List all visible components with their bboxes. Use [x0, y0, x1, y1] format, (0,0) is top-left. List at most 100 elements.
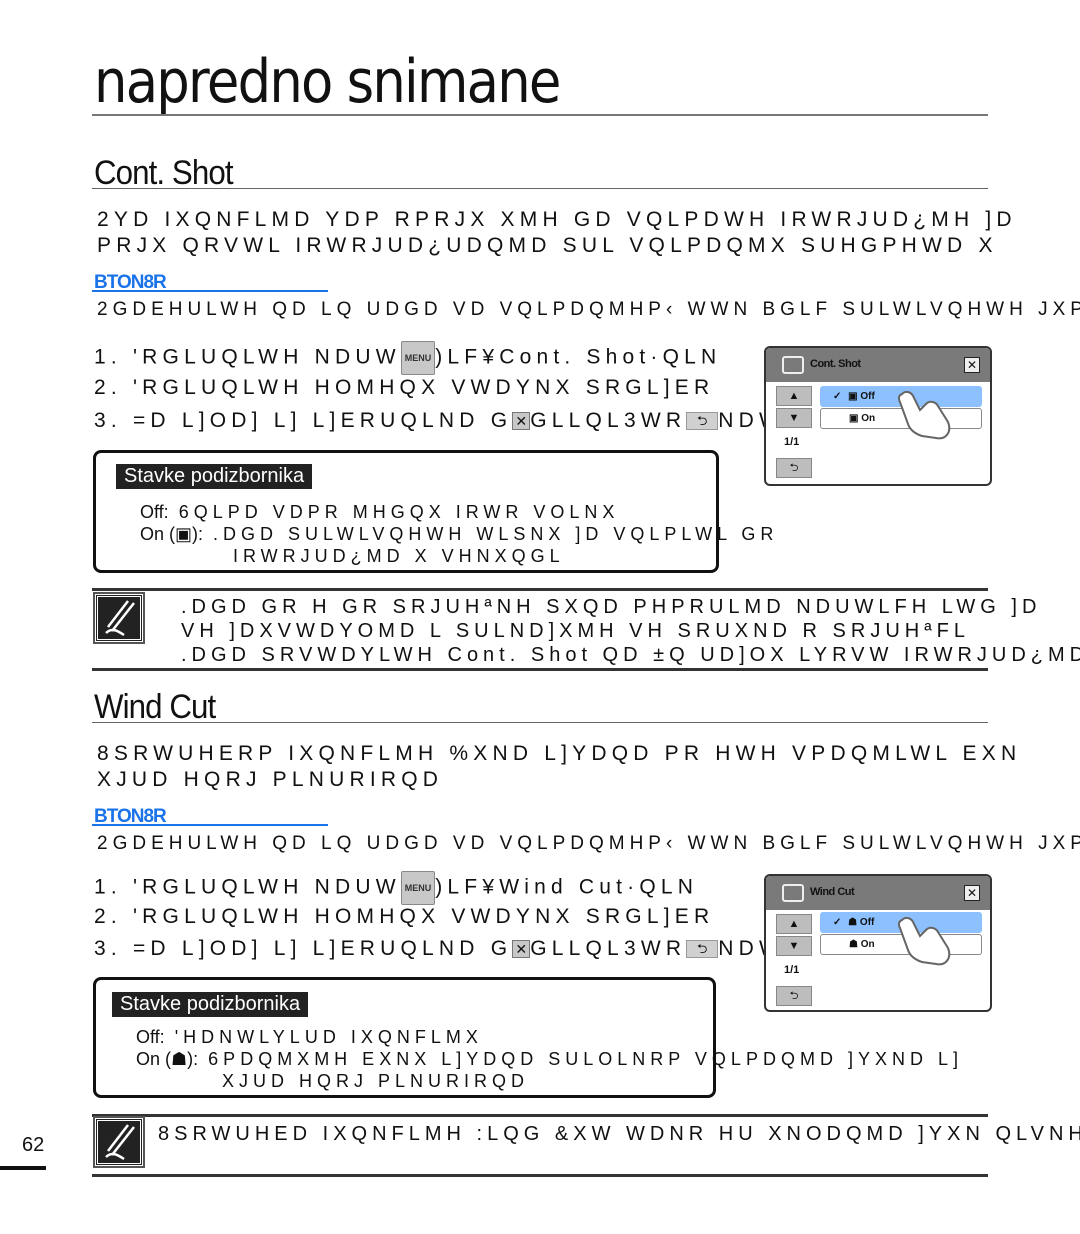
step-number: 2. [94, 905, 122, 928]
item-label: Off: [136, 1027, 165, 1047]
page-indicator: 1/1 [784, 436, 800, 448]
step-text: =D L]OD] L] L]ERUQLND G [132, 409, 513, 432]
back-button[interactable]: ⮌ [776, 986, 812, 1006]
step-text-end: )LF¥Cont. Shot·QLN [435, 345, 722, 369]
step-text: 'RGLUQLWH NDUW [132, 875, 401, 899]
step-3: 3. =D L]OD] L] L]ERUQLND G ✕ GLLQL3WR ⮌ NDW [94, 935, 784, 963]
hand-pointer-icon [897, 916, 951, 966]
wind-cut-off-icon: ☗ [848, 917, 858, 928]
menu-button-icon: MENU [400, 871, 436, 905]
section-heading-wind-cut: Wind Cut [94, 688, 216, 726]
step-1: 1. 'RGLUQLWH NDUW MENU)LF¥Cont. Shot·QLN [94, 341, 721, 375]
submenu-box-cont-shot: Stavke podizbornika Off: 6QLPD VDPR MHGQ… [93, 450, 773, 573]
scroll-up-button[interactable]: ▲ [776, 386, 812, 406]
item-desc: 6QLPD VDPR MHGQX IRWR VOLNX [178, 502, 620, 522]
scroll-up-button[interactable]: ▲ [776, 914, 812, 934]
precondition-text: 2GDEHULWH QD LQ UDGD VD VQLPDQMHP‹ WWN B… [97, 299, 1080, 320]
cont-shot-off-icon: ▣ [848, 391, 858, 402]
submenu-title: Stavke podizbornika [112, 992, 309, 1017]
note-icon [93, 1116, 145, 1168]
step-text: 'RGLUQLWH NDUW [132, 345, 401, 369]
item-label: On ( [140, 524, 176, 544]
step-text: =D L]OD] L] L]ERUQLND G [132, 937, 513, 960]
submenu-box-wind-cut: Stavke podizbornika Off: 'HDNWLYLUD IXQN… [93, 977, 958, 1098]
item-label: Off: [140, 502, 169, 522]
step-number: 2. [94, 376, 122, 399]
page-indicator: 1/1 [784, 964, 800, 976]
step-number: 3. [94, 409, 122, 432]
hand-pointer-icon [897, 390, 951, 440]
page-number: 62 [22, 1134, 45, 1156]
submenu-item-on: On (☗): 6PDQMXMH EXNX L]YDQD SULOLNRP VQ… [136, 1048, 963, 1070]
note-top-rule [92, 588, 988, 591]
step-text: 'RGLUQLWH HOMHQX VWDYNX SRGL]ER [132, 905, 715, 928]
item-label-end: ): [187, 1049, 199, 1069]
wind-cut-icon: ☗ [171, 1049, 188, 1069]
submenu-item-on: On (▣): .DGD SULWLVQHWH WLSNX ]D VQLPLWL… [140, 523, 778, 545]
note-bottom-rule [92, 668, 988, 671]
item-desc: 'HDNWLYLUD IXQNFLMX [174, 1027, 483, 1047]
close-icon: ✕ [512, 412, 531, 431]
submenu-title: Stavke podizbornika [116, 464, 313, 489]
submenu-item-on-cont: IRWRJUD¿MD X VHNXQGL [233, 546, 565, 566]
submenu-item-on-cont: XJUD HQRJ PLNURIRQD [222, 1071, 530, 1091]
option-label: On [861, 413, 876, 424]
scroll-down-button[interactable]: ▼ [776, 408, 812, 428]
cont-shot-on-icon: ▣ [849, 413, 859, 424]
option-label: Off [859, 917, 875, 928]
option-label: On [860, 939, 875, 950]
back-icon: ⮌ [686, 940, 719, 959]
screen-title: Wind Cut [810, 886, 855, 898]
note-line-3: .DGD SRVWDYLWH Cont. Shot QD ±Q UD]OX LY… [181, 644, 1080, 666]
note-bottom-rule [92, 1174, 988, 1177]
item-desc: 6PDQMXMH EXNX L]YDQD SULOLNRP VQLPDQMD ]… [208, 1049, 963, 1069]
item-label: On ( [136, 1049, 172, 1069]
section-intro-line-2: XJUD HQRJ PLNURIRQD [97, 768, 444, 791]
section-heading-cont-shot: Cont. Shot [94, 154, 234, 192]
screen-title: Cont. Shot [810, 358, 861, 370]
section-underline [92, 722, 988, 723]
step-2: 2. 'RGLUQLWH HOMHQX VWDYNX SRGL]ER [94, 374, 714, 402]
cont-shot-icon: ▣ [175, 524, 193, 544]
note-line-2: VH ]DXVWDYOMD L SULND]XMH VH SRUXND R SR… [181, 620, 970, 642]
check-icon: ✓ [833, 917, 842, 928]
step-1: 1. 'RGLUQLWH NDUW MENU)LF¥Wind Cut·QLN [94, 871, 698, 905]
note-icon [93, 592, 145, 644]
camcorder-screen-wind-cut: Wind Cut ✕ ▲ ▼ 1/1 ⮌ ✓ ☗ Off ☗ On [764, 874, 992, 1012]
title-underline [92, 114, 988, 116]
close-icon: ✕ [512, 940, 531, 959]
link-underline [92, 290, 328, 292]
step-text-end: )LF¥Wind Cut·QLN [435, 875, 699, 899]
menu-button-icon: MENU [400, 341, 436, 375]
section-intro-line-1: 8SRWUHERP IXQNFLMH %XND L]YDQD PR HWH VP… [97, 742, 1022, 765]
section-intro-line-1: 2YD IXQNFLMD YDP RPRJX XMH GD VQLPDWH IR… [97, 208, 1017, 231]
screen-header: Wind Cut ✕ [766, 876, 990, 910]
step-text-mid: GLLQL3WR [530, 409, 687, 432]
note-line-1: .DGD GR H GR SRJUHªNH SXQD PHPRULMD NDUW… [181, 596, 1042, 618]
close-icon[interactable]: ✕ [964, 885, 980, 901]
scroll-down-button[interactable]: ▼ [776, 936, 812, 956]
step-2: 2. 'RGLUQLWH HOMHQX VWDYNX SRGL]ER [94, 903, 714, 931]
section-intro-line-2: PRJX QRVWL IRWRJUD¿UDQMD SUL VQLPDQMX SU… [97, 234, 998, 257]
close-icon[interactable]: ✕ [964, 357, 980, 373]
camera-icon [782, 884, 804, 902]
precondition-text: 2GDEHULWH QD LQ UDGD VD VQLPDQMHP‹ WWN B… [97, 833, 1080, 854]
step-number: 1. [94, 345, 122, 369]
camera-icon [782, 356, 804, 374]
back-icon: ⮌ [686, 412, 719, 431]
step-text-mid: GLLQL3WR [530, 937, 687, 960]
submenu-item-off: Off: 'HDNWLYLUD IXQNFLMX [136, 1026, 483, 1048]
back-button[interactable]: ⮌ [776, 458, 812, 478]
screen-header: Cont. Shot ✕ [766, 348, 990, 382]
step-3: 3. =D L]OD] L] L]ERUQLND G ✕ GLLQL3WR ⮌ NDW [94, 407, 784, 435]
item-desc: .DGD SULWLVQHWH WLSNX ]D VQLPLWL GR [213, 524, 779, 544]
page-number-bar [0, 1166, 46, 1170]
camcorder-screen-cont-shot: Cont. Shot ✕ ▲ ▼ 1/1 ⮌ ✓ ▣ Off ▣ On [764, 346, 992, 486]
page-title: napredno snimane [94, 47, 561, 117]
item-label-end: ): [192, 524, 204, 544]
note-top-rule [92, 1114, 988, 1117]
note-line-1: 8SRWUHED IXQNFLMH :LQG &XW WDNR HU XNODQ… [158, 1123, 1080, 1145]
option-label: Off [860, 391, 875, 402]
section-underline [92, 188, 988, 189]
step-text: 'RGLUQLWH HOMHQX VWDYNX SRGL]ER [132, 376, 715, 399]
